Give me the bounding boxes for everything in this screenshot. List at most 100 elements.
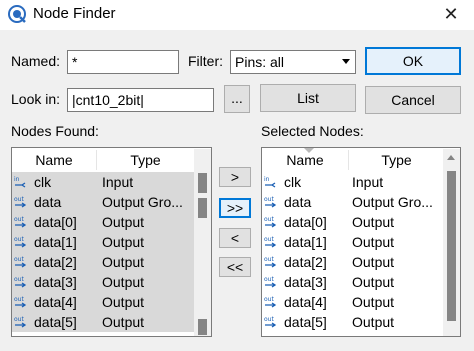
- list-item[interactable]: out data[2] Output: [12, 252, 194, 272]
- nodes-found-list[interactable]: Name Type in clk Input out data Output Gro...…: [11, 147, 212, 337]
- list-item[interactable]: out data Output Gro...: [12, 192, 194, 212]
- named-label: Named:: [11, 53, 61, 69]
- list-item[interactable]: out data[3] Output: [12, 272, 194, 292]
- selected-nodes-label: Selected Nodes:: [261, 123, 364, 139]
- list-item[interactable]: out data[4] Output: [12, 292, 194, 312]
- list-item[interactable]: in clk Input: [12, 172, 194, 192]
- node-name: data[4]: [34, 294, 77, 310]
- selected-nodes-scrollbar[interactable]: [443, 149, 460, 336]
- node-name: data[2]: [34, 254, 77, 270]
- ok-button[interactable]: OK: [365, 47, 461, 75]
- add-all-button[interactable]: >>: [219, 198, 251, 218]
- remove-all-button[interactable]: <<: [219, 257, 251, 277]
- list-item[interactable]: out data[5] Output: [12, 312, 194, 332]
- node-type: Input: [102, 174, 134, 190]
- title-bar: Node Finder ✕: [0, 0, 474, 30]
- close-icon[interactable]: ✕: [436, 1, 466, 27]
- scroll-up-icon[interactable]: [443, 149, 460, 166]
- cancel-button[interactable]: Cancel: [365, 86, 461, 114]
- list-item[interactable]: out data Output Gro...: [262, 192, 443, 212]
- node-name: clk: [284, 174, 302, 190]
- node-name: data[2]: [284, 254, 327, 270]
- svg-text:out: out: [264, 236, 274, 243]
- output-pin-icon: out: [264, 316, 277, 328]
- node-name: data[0]: [284, 214, 327, 230]
- output-pin-icon: out: [264, 196, 277, 208]
- node-type: Output: [102, 274, 145, 290]
- column-header-name[interactable]: Name: [262, 148, 348, 172]
- node-name: data[3]: [284, 274, 327, 290]
- node-name: data[1]: [34, 234, 77, 250]
- output-pin-icon: out: [14, 216, 27, 228]
- output-pin-icon: out: [14, 276, 27, 288]
- output-pin-icon: out: [14, 316, 27, 328]
- scrollbar-thumb[interactable]: [198, 319, 207, 335]
- filter-select[interactable]: Pins: all: [230, 50, 356, 74]
- svg-text:out: out: [14, 316, 24, 323]
- svg-text:out: out: [264, 276, 274, 283]
- nodes-found-scrollbar[interactable]: [194, 149, 211, 336]
- nodes-found-label: Nodes Found:: [11, 123, 99, 139]
- scrollbar-thumb[interactable]: [198, 173, 207, 193]
- node-type: Output Gro...: [102, 194, 183, 210]
- svg-text:in: in: [14, 176, 20, 183]
- node-name: data: [284, 194, 312, 210]
- node-type: Output: [102, 254, 145, 270]
- named-input[interactable]: *: [67, 50, 179, 74]
- node-type: Output: [352, 314, 395, 330]
- list-item[interactable]: in clk Input: [262, 172, 443, 192]
- scrollbar-thumb[interactable]: [198, 198, 207, 218]
- add-selected-button[interactable]: >: [219, 167, 251, 187]
- svg-text:out: out: [14, 196, 24, 203]
- browse-button[interactable]: ...: [224, 85, 250, 113]
- remove-selected-button[interactable]: <: [219, 228, 251, 248]
- list-item[interactable]: out data[3] Output: [262, 272, 443, 292]
- node-type: Output: [352, 274, 395, 290]
- node-type: Output: [352, 254, 395, 270]
- svg-text:out: out: [264, 316, 274, 323]
- node-name: clk: [34, 174, 52, 190]
- selected-nodes-list[interactable]: Name Type in clk Input out data Output Gro...…: [261, 147, 461, 337]
- list-item[interactable]: out data[1] Output: [262, 232, 443, 252]
- node-type: Output: [352, 294, 395, 310]
- node-name: data[3]: [34, 274, 77, 290]
- list-item[interactable]: out data[4] Output: [262, 292, 443, 312]
- svg-text:in: in: [264, 176, 270, 183]
- svg-text:out: out: [264, 296, 274, 303]
- node-type: Output: [102, 314, 145, 330]
- scrollbar-thumb[interactable]: [447, 171, 456, 321]
- node-name: data[5]: [284, 314, 327, 330]
- node-type: Output: [352, 214, 395, 230]
- list-item[interactable]: out data[5] Output: [262, 312, 443, 332]
- output-pin-icon: out: [264, 276, 277, 288]
- lookin-input[interactable]: |cnt10_2bit|: [67, 88, 214, 112]
- lookin-label: Look in:: [11, 91, 61, 107]
- output-pin-icon: out: [264, 296, 277, 308]
- chevron-down-icon: [342, 59, 350, 64]
- node-type: Input: [352, 174, 384, 190]
- list-item[interactable]: out data[0] Output: [262, 212, 443, 232]
- column-header-type[interactable]: Type: [97, 148, 194, 172]
- node-type: Output: [102, 234, 145, 250]
- output-pin-icon: out: [264, 236, 277, 248]
- list-item[interactable]: out data[0] Output: [12, 212, 194, 232]
- output-pin-icon: out: [14, 236, 27, 248]
- svg-text:out: out: [14, 276, 24, 283]
- svg-text:out: out: [14, 216, 24, 223]
- node-name: data[1]: [284, 234, 327, 250]
- svg-text:out: out: [14, 256, 24, 263]
- node-type: Output Gro...: [352, 194, 433, 210]
- filter-selected-value: Pins: all: [235, 54, 285, 70]
- node-name: data[5]: [34, 314, 77, 330]
- list-button[interactable]: List: [260, 84, 356, 112]
- svg-text:out: out: [264, 196, 274, 203]
- selected-nodes-header: Name Type: [262, 148, 444, 172]
- node-type: Output: [102, 214, 145, 230]
- output-pin-icon: out: [264, 256, 277, 268]
- column-header-type[interactable]: Type: [349, 148, 444, 172]
- output-pin-icon: out: [14, 256, 27, 268]
- list-item[interactable]: out data[1] Output: [12, 232, 194, 252]
- list-item[interactable]: out data[2] Output: [262, 252, 443, 272]
- node-type: Output: [352, 234, 395, 250]
- column-header-name[interactable]: Name: [12, 148, 96, 172]
